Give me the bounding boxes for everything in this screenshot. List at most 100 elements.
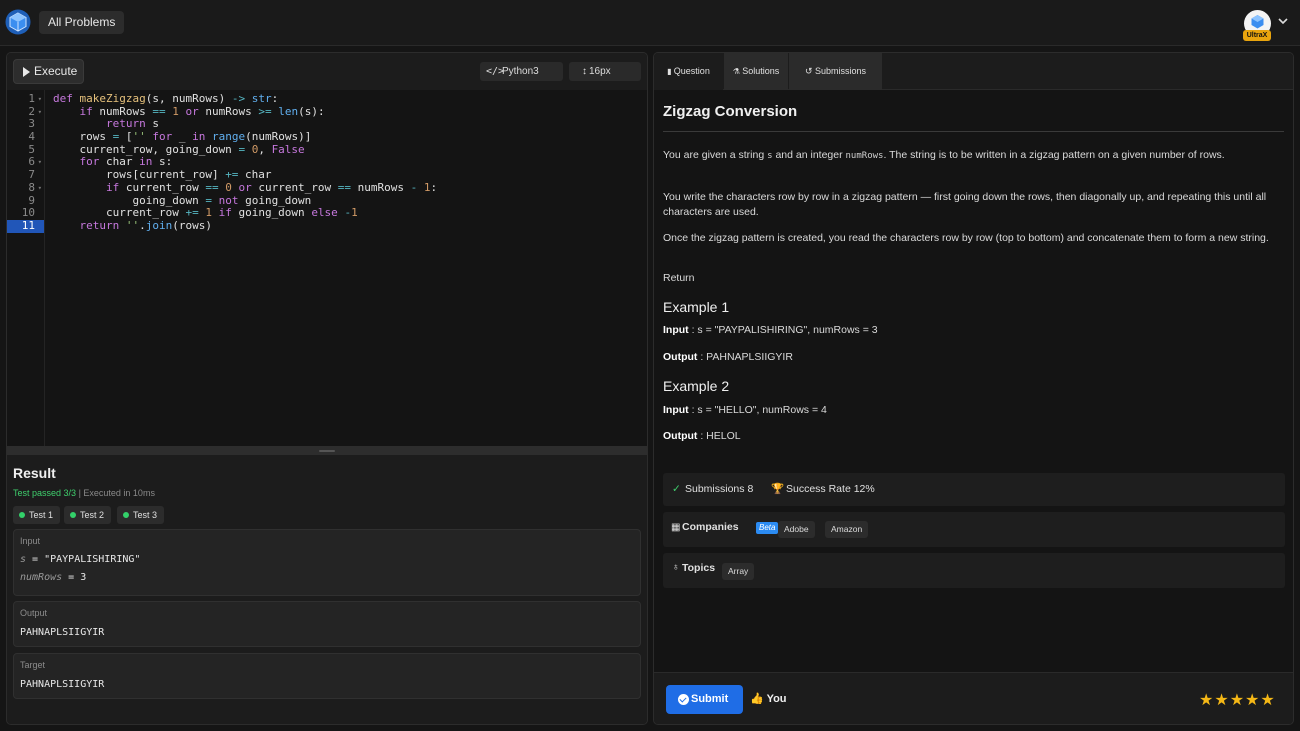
input-label: Input	[20, 536, 41, 546]
example-2-title: Example 2	[663, 378, 730, 394]
target-label: Target	[20, 660, 46, 670]
line-number: 5	[28, 142, 35, 156]
company-chip[interactable]: Adobe	[778, 521, 815, 538]
example-1-title: Example 1	[663, 299, 730, 315]
test-pass-text: Test passed 3/3	[13, 488, 77, 498]
test-tab-1[interactable]: Test 1	[13, 506, 61, 524]
fold-arrow-icon: ▾	[37, 183, 42, 192]
app-logo-icon[interactable]	[5, 9, 31, 35]
line-number: 2 ▾	[28, 104, 42, 118]
fold-arrow-icon: ▾	[37, 95, 42, 103]
example-1-output: Output : PAHNAPLSIIGYIR	[663, 351, 793, 363]
code-line: return ''.join(rows)	[79, 218, 213, 232]
topics-label: Topics	[682, 562, 716, 574]
target-box: Target PAHNAPLSIIGYIR	[13, 653, 641, 699]
pass-dot-icon	[123, 512, 129, 518]
user-menu[interactable]: UltraX	[1241, 8, 1293, 41]
line-gutter: 1 ▾ 2 ▾ 3 4 5 6 ▾ 7 8 ▾ 9 10 11	[7, 90, 45, 446]
language-selector[interactable]: </> Python3	[480, 62, 563, 81]
problem-title: Zigzag Conversion	[663, 103, 798, 120]
line-number: 3	[28, 117, 35, 131]
line-number: 1 ▾	[28, 92, 42, 105]
description-paragraph-2: You write the characters row by row in a…	[663, 191, 1267, 218]
fold-arrow-icon: ▾	[37, 107, 42, 116]
rating-stars[interactable]: ★★★★★	[1199, 690, 1276, 710]
line-number: 7	[28, 168, 35, 182]
document-icon: ▮	[667, 67, 674, 76]
history-icon: ↺	[804, 66, 815, 76]
input-numrows-value: numRows = 3	[20, 572, 87, 583]
description-paragraph-1: You are given a string s and an integer …	[663, 149, 1225, 161]
flask-icon: ⚗	[732, 67, 743, 76]
resize-handle[interactable]	[7, 446, 647, 455]
success-rate: Success Rate 12%	[786, 483, 875, 495]
submit-label: Submit	[691, 693, 729, 705]
execute-label: Execute	[34, 64, 78, 78]
submit-button[interactable]: Submit	[666, 685, 743, 714]
line-number-active: 11	[7, 219, 44, 233]
editor-toolbar: Execute </> Python3 ↕ 16px	[7, 53, 647, 90]
font-size-selector[interactable]: ↕ 16px	[569, 62, 641, 81]
ultrax-badge: UltraX	[1243, 30, 1271, 41]
fold-arrow-icon: ▾	[37, 158, 42, 167]
editor-panel: Execute </> Python3 ↕ 16px 1 ▾ 2 ▾ 3 4 5 6…	[6, 52, 648, 725]
check-circle-icon: ✓	[672, 483, 681, 495]
you-label: You	[766, 693, 787, 705]
tab-question[interactable]: ▮ Question	[654, 53, 723, 90]
result-panel: Result Test passed 3/3 | Executed in 10m…	[7, 455, 647, 724]
lightbulb-icon: ♁	[672, 562, 680, 573]
like-button[interactable]: 👍 You	[750, 692, 787, 705]
input-s-value: s = "PAYPALISHIRING"	[20, 554, 141, 565]
line-number: 8 ▾	[28, 180, 42, 194]
example-2-input: Input : s = "HELLO", numRows = 4	[663, 404, 827, 416]
top-bar: All Problems UltraX	[0, 0, 1300, 46]
test-tab-3[interactable]: Test 3	[117, 506, 165, 524]
test-tab-2[interactable]: Test 2	[64, 506, 112, 524]
grip-icon	[319, 450, 335, 452]
code-lines[interactable]: def makeZigzag(s, numRows) -> str: if nu…	[53, 92, 438, 233]
chevron-down-icon[interactable]	[1276, 14, 1290, 28]
tab-solutions[interactable]: ⚗ Solutions	[724, 53, 788, 90]
topic-chip[interactable]: Array	[722, 563, 755, 580]
play-icon	[23, 67, 30, 77]
description-paragraph-4: Return	[663, 272, 695, 284]
code-editor[interactable]: 1 ▾ 2 ▾ 3 4 5 6 ▾ 7 8 ▾ 9 10 11 def makeZigz…	[7, 90, 647, 446]
thumbs-up-icon: 👍	[750, 693, 764, 705]
input-box: Input s = "PAYPALISHIRING" numRows = 3	[13, 529, 641, 596]
code-line: def makeZigzag(s, numRows) -> str:	[53, 92, 279, 105]
output-label: Output	[20, 608, 48, 618]
example-1-input: Input : s = "PAYPALISHIRING", numRows = …	[663, 324, 878, 336]
output-value: PAHNAPLSIIGYIR	[20, 627, 105, 638]
example-2-output: Output : HELOL	[663, 430, 741, 442]
code-icon: </>	[486, 66, 505, 77]
line-number: 4	[28, 130, 35, 144]
question-footer: Submit 👍 You ★★★★★	[654, 672, 1293, 724]
check-circle-icon	[678, 694, 689, 705]
pass-dot-icon	[70, 512, 76, 518]
divider	[663, 131, 1284, 132]
target-value: PAHNAPLSIIGYIR	[20, 679, 105, 690]
tab-submissions[interactable]: ↺ Submissions	[789, 53, 882, 90]
submissions-count: Submissions 8	[685, 483, 754, 495]
companies-row[interactable]: ▦ Companies Beta Adobe Amazon	[663, 512, 1285, 547]
test-status: Test passed 3/3 | Executed in 10ms	[13, 488, 155, 498]
building-icon: ▦	[671, 522, 681, 533]
company-chip[interactable]: Amazon	[825, 521, 869, 538]
question-tabs: ▮ Question ⚗ Solutions ↺ Submissions	[654, 53, 1293, 90]
execute-button[interactable]: Execute	[13, 59, 84, 84]
output-box: Output PAHNAPLSIIGYIR	[13, 601, 641, 647]
line-number: 6 ▾	[28, 155, 42, 169]
pass-dot-icon	[19, 512, 25, 518]
description-paragraph-3: Once the zigzag pattern is created, you …	[663, 232, 1269, 244]
topics-row[interactable]: ♁ Topics Array	[663, 553, 1285, 588]
execution-time: | Executed in 10ms	[78, 488, 155, 498]
code-line: rows = ['' for _ in range(numRows)]	[53, 130, 312, 144]
trophy-icon: 🏆	[771, 483, 785, 495]
beta-badge: Beta	[756, 522, 779, 534]
stats-row: ✓ Submissions 8 🏆 Success Rate 12%	[663, 473, 1285, 506]
font-size-label: 16px	[589, 66, 611, 77]
all-problems-button[interactable]: All Problems	[39, 11, 125, 34]
question-panel: ▮ Question ⚗ Solutions ↺ Submissions Zig…	[653, 52, 1294, 725]
question-body: Zigzag Conversion You are given a string…	[654, 90, 1293, 672]
code-line: if current_row == 0 or current_row == nu…	[105, 180, 438, 194]
